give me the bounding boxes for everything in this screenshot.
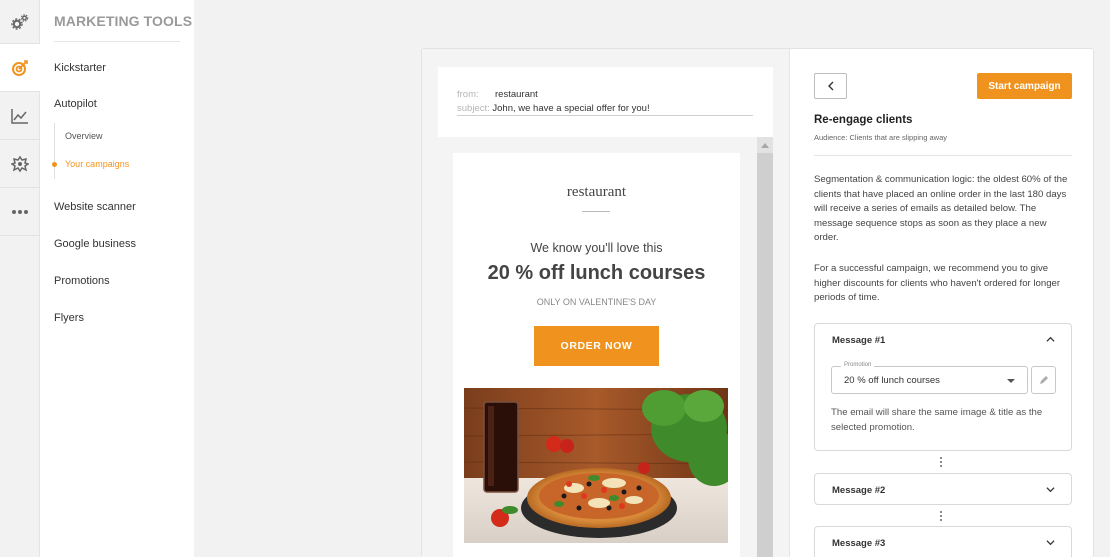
rail-item-integrations[interactable] — [0, 140, 40, 188]
from-label: from: — [457, 89, 479, 100]
campaign-settings-panel: Start campaign Re-engage clients Audienc… — [791, 49, 1095, 557]
target-icon — [12, 59, 28, 76]
email-body: restaurant We know you'll love this 20 %… — [453, 153, 740, 557]
promotion-select-label: Promotion — [841, 362, 875, 368]
panel-divider — [814, 155, 1072, 156]
sidebar-subitem-your-campaigns[interactable]: Your campaigns — [65, 159, 129, 169]
start-campaign-button[interactable]: Start campaign — [977, 73, 1072, 99]
preview-scrollbar[interactable] — [757, 137, 773, 557]
promotion-select-value: 20 % off lunch courses — [844, 375, 940, 386]
sidebar: MARKETING TOOLS Kickstarter Autopilot Ov… — [40, 0, 194, 557]
sidebar-item-kickstarter[interactable]: Kickstarter — [54, 62, 106, 74]
email-headline: 20 % off lunch courses — [487, 262, 706, 284]
message-2-title[interactable]: Message #2 — [832, 485, 885, 496]
sidebar-item-flyers[interactable]: Flyers — [54, 312, 84, 324]
more-icon — [12, 209, 28, 214]
sidebar-title: MARKETING TOOLS — [54, 13, 193, 29]
pencil-icon — [1039, 376, 1048, 384]
email-from-row: from: restaurant — [457, 89, 538, 100]
message-1-title[interactable]: Message #1 — [832, 335, 885, 346]
email-brand: restaurant — [566, 184, 627, 200]
rail-item-marketing[interactable] — [0, 44, 40, 92]
campaign-audience: Audience: Clients that are slipping away — [814, 133, 947, 142]
sequence-connector — [940, 511, 943, 521]
brand-divider — [582, 211, 610, 212]
email-header: from: restaurant subject: John, we have a… — [438, 67, 773, 137]
message-3-panel[interactable]: Message #3 — [814, 526, 1072, 557]
rail-item-more[interactable] — [0, 188, 40, 236]
icon-rail — [0, 0, 40, 557]
sidebar-item-google-business[interactable]: Google business — [54, 238, 136, 250]
sidebar-item-website-scanner[interactable]: Website scanner — [54, 201, 136, 213]
chevron-left-icon — [827, 81, 833, 91]
scrollbar-thumb[interactable] — [757, 153, 773, 557]
email-subject-row: subject: John, we have a special offer f… — [457, 103, 650, 114]
recommendation-text: For a successful campaign, we recommend … — [814, 263, 1061, 304]
message-3-title[interactable]: Message #3 — [832, 538, 885, 549]
sequence-connector — [940, 457, 943, 467]
pizza-image — [464, 388, 728, 543]
chevron-down-icon[interactable] — [1046, 485, 1055, 494]
puzzle-icon — [11, 155, 29, 172]
sidebar-subitem-overview[interactable]: Overview — [65, 131, 103, 141]
segmentation-description: Segmentation & communication logic: the … — [814, 174, 1068, 244]
edit-promotion-button[interactable] — [1031, 366, 1056, 394]
sidebar-item-autopilot[interactable]: Autopilot — [54, 98, 97, 110]
email-scroll-area[interactable]: restaurant We know you'll love this 20 %… — [438, 137, 773, 557]
message-1-panel: Message #1 Promotion 20 % off lunch cour… — [814, 323, 1072, 451]
campaign-title: Re-engage clients — [814, 114, 913, 126]
email-subline: ONLY ON VALENTINE'S DAY — [536, 297, 657, 307]
subject-value: John, we have a special offer for you! — [492, 103, 650, 114]
chevron-down-icon[interactable] — [1046, 538, 1055, 547]
chevron-up-icon[interactable] — [1046, 335, 1055, 344]
message-2-panel[interactable]: Message #2 — [814, 473, 1072, 505]
message-1-note: The email will share the same image & ti… — [831, 407, 1043, 433]
order-now-button[interactable]: ORDER NOW — [534, 326, 659, 366]
email-tagline: We know you'll love this — [530, 241, 663, 255]
caret-down-icon — [1007, 379, 1015, 383]
rail-item-settings[interactable] — [0, 0, 40, 44]
rail-item-analytics[interactable] — [0, 92, 40, 140]
sidebar-item-promotions[interactable]: Promotions — [54, 275, 110, 287]
promotion-select[interactable]: Promotion 20 % off lunch courses — [831, 362, 1028, 394]
chart-icon — [11, 108, 28, 124]
campaign-card: from: restaurant subject: John, we have a… — [421, 48, 1094, 557]
subject-underline — [457, 115, 753, 116]
submenu-guide-line — [54, 123, 55, 179]
from-value: restaurant — [495, 89, 538, 100]
subject-label: subject: — [457, 103, 490, 114]
gears-icon — [11, 13, 29, 30]
back-button[interactable] — [814, 73, 847, 99]
email-preview-pane: from: restaurant subject: John, we have a… — [422, 49, 790, 557]
sidebar-divider — [54, 41, 180, 42]
active-indicator-dot — [52, 162, 57, 167]
scroll-up-arrow[interactable] — [761, 143, 769, 148]
